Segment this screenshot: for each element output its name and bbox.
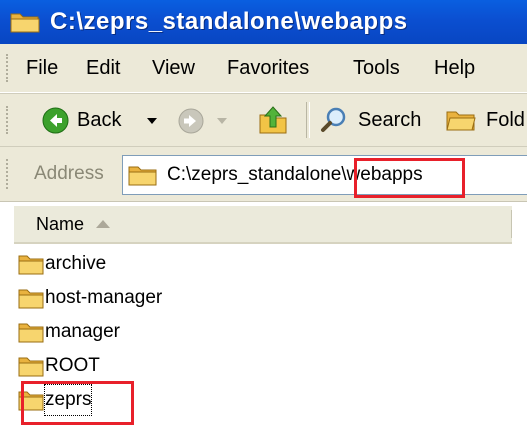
folder-icon	[18, 289, 44, 309]
menu-edit[interactable]: Edit	[86, 44, 120, 92]
list-header: Name	[14, 206, 512, 244]
menu-view[interactable]: View	[152, 44, 195, 92]
toolbar-separator	[306, 102, 310, 138]
back-button[interactable]: Back	[42, 94, 162, 146]
column-header-name[interactable]: Name	[36, 206, 84, 242]
menu-bar: File Edit View Favorites Tools Help	[0, 44, 527, 93]
back-dropdown-icon[interactable]	[147, 118, 157, 124]
search-icon	[321, 107, 346, 132]
menu-favorites[interactable]: Favorites	[227, 44, 309, 92]
standard-toolbar: Back Search Fold	[0, 93, 527, 147]
explorer-window: C:\zeprs_standalone\webapps File Edit Vi…	[0, 0, 527, 446]
back-arrow-icon	[42, 107, 69, 134]
search-button[interactable]: Search	[320, 94, 430, 146]
menu-grip[interactable]	[6, 54, 11, 82]
folders-button[interactable]: Fold	[446, 94, 527, 146]
forward-arrow-icon	[178, 108, 204, 134]
window-title: C:\zeprs_standalone\webapps	[50, 8, 408, 35]
up-folder-icon[interactable]	[258, 105, 288, 135]
back-label: Back	[77, 109, 122, 131]
menu-tools[interactable]: Tools	[353, 44, 400, 92]
folder-icon	[18, 323, 44, 343]
folders-icon	[446, 111, 476, 131]
address-highlight-box	[354, 158, 465, 198]
folders-label: Fold	[486, 109, 525, 131]
folder-icon	[18, 255, 44, 275]
folder-icon	[128, 166, 157, 186]
selection-highlight-box	[21, 381, 134, 425]
title-bar[interactable]: C:\zeprs_standalone\webapps	[0, 0, 527, 44]
folder-icon	[10, 13, 40, 33]
folder-icon	[18, 357, 44, 377]
menu-file[interactable]: File	[26, 44, 58, 92]
item-name: archive	[45, 253, 107, 274]
item-name: manager	[45, 321, 120, 342]
address-input[interactable]: C:\zeprs_standalone\webapps	[122, 155, 527, 195]
menu-help[interactable]: Help	[434, 44, 475, 92]
column-divider[interactable]	[511, 210, 512, 238]
item-name: host-manager	[45, 287, 163, 308]
item-name: ROOT	[45, 355, 100, 376]
search-label: Search	[358, 109, 422, 131]
address-grip[interactable]	[6, 159, 11, 189]
sort-ascending-icon	[96, 220, 110, 228]
forward-dropdown-icon[interactable]	[217, 118, 227, 124]
toolbar-grip[interactable]	[6, 106, 11, 134]
address-label: Address	[34, 163, 104, 184]
forward-button[interactable]	[176, 94, 238, 146]
